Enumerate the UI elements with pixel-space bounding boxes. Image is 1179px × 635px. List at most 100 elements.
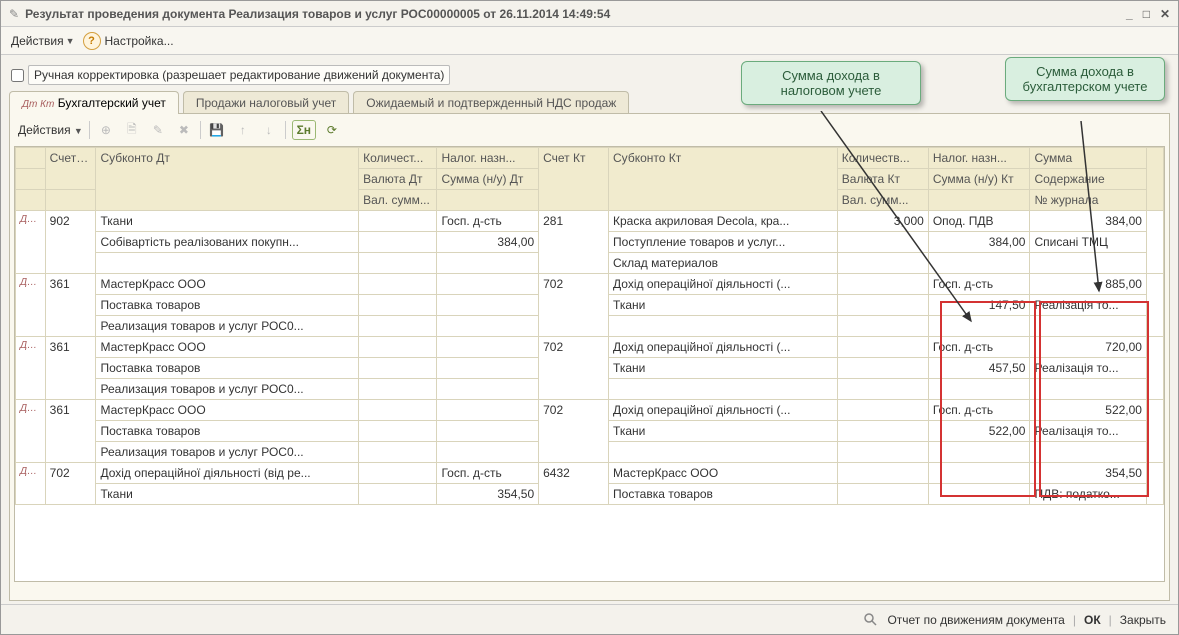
table-cell: 720,00	[1030, 337, 1146, 358]
minimize-button[interactable]: _	[1126, 7, 1133, 21]
table-cell: Госп. д-сть	[928, 274, 1030, 295]
table-row[interactable]: Дт Кт361 МастерКрасс ООО702Дохід операці…	[16, 400, 1164, 421]
table-cell: Дт Кт	[16, 400, 46, 463]
table-cell: Ткани	[609, 421, 838, 442]
table-cell	[928, 316, 1030, 337]
header-tax-kt[interactable]: Налог. назн...	[928, 148, 1030, 169]
header-cur-dt[interactable]: Валюта Дт	[359, 169, 437, 190]
separator	[89, 121, 90, 139]
header-sum[interactable]: Сумма	[1030, 148, 1146, 169]
table-cell: 147,50	[928, 295, 1030, 316]
table-cell: Дт Кт	[16, 463, 46, 505]
table-cell: Дт Кт	[16, 211, 46, 274]
header-qty-dt[interactable]: Количест...	[359, 148, 437, 169]
header-qty-kt[interactable]: Количеств...	[837, 148, 928, 169]
header-journal[interactable]: № журнала	[1030, 190, 1146, 211]
grid-actions-menu[interactable]: Действия ▼	[18, 123, 83, 137]
table-cell: МастерКрасс ООО	[96, 274, 359, 295]
sigma-icon[interactable]: Σн	[292, 120, 316, 140]
copy-icon[interactable]: 🗎	[122, 120, 142, 140]
table-cell	[359, 463, 437, 484]
help-icon[interactable]: ?	[83, 32, 101, 50]
window-title: Результат проведения документа Реализаци…	[25, 7, 1126, 21]
header-sum-nu-kt[interactable]: Сумма (н/у) Кт	[928, 169, 1030, 190]
close-link[interactable]: Закрыть	[1120, 613, 1166, 627]
callout-accounting-income: Сумма дохода в бухгалтерском учете	[1005, 57, 1165, 101]
table-cell	[1146, 400, 1163, 463]
table-cell: МастерКрасс ООО	[96, 400, 359, 421]
tab-accounting-label: Бухгалтерский учет	[58, 96, 166, 110]
save-icon[interactable]: 💾	[207, 120, 227, 140]
table-row[interactable]: Дт Кт361 МастерКрасс ООО702Дохід операці…	[16, 274, 1164, 295]
separator	[200, 121, 201, 139]
header-mark[interactable]	[16, 148, 46, 169]
header-valsum-kt[interactable]: Вал. сумм...	[837, 190, 928, 211]
header-valsum-dt[interactable]: Вал. сумм...	[359, 190, 437, 211]
move-down-icon[interactable]: ↓	[259, 120, 279, 140]
table-cell	[837, 232, 928, 253]
tab-icon: Дт Кт	[22, 99, 54, 110]
manual-edit-checkbox[interactable]	[11, 69, 24, 82]
table-cell: Реализация товаров и услуг РОС0...	[96, 379, 359, 400]
table-cell: Реалізація то...	[1030, 358, 1146, 379]
tab-sales-tax[interactable]: Продажи налоговый учет	[183, 91, 349, 114]
header-content[interactable]: Содержание	[1030, 169, 1146, 190]
tab-vat[interactable]: Ожидаемый и подтвержденный НДС продаж	[353, 91, 629, 114]
table-row[interactable]: Дт Кт361 МастерКрасс ООО702Дохід операці…	[16, 337, 1164, 358]
table-cell: Списані ТМЦ	[1030, 232, 1146, 253]
table-cell	[837, 337, 928, 358]
table-cell: 354,50	[1030, 463, 1146, 484]
actions-menu[interactable]: Действия ▼	[7, 32, 79, 50]
separator	[285, 121, 286, 139]
header-cur-kt[interactable]: Валюта Кт	[837, 169, 928, 190]
table-cell	[437, 442, 539, 463]
report-link[interactable]: Отчет по движениям документа	[887, 613, 1064, 627]
table-row[interactable]: Дт Кт902ТканиГосп. д-сть281Краска акрило…	[16, 211, 1164, 232]
settings-menu[interactable]: Настройка...	[105, 34, 174, 48]
table-cell: Собівартість реалізованих покупн...	[96, 232, 359, 253]
move-up-icon[interactable]: ↑	[233, 120, 253, 140]
table-cell: ПДВ: податко...	[1030, 484, 1146, 505]
tab-panel: Действия ▼ ⊕ 🗎 ✎ ✖ 💾 ↑ ↓ Σн ⟳	[9, 113, 1170, 601]
header-tax-dt[interactable]: Налог. назн...	[437, 148, 539, 169]
grid-header: Счет Дт Субконто Дт Количест... Налог. н…	[16, 148, 1164, 211]
refresh-icon[interactable]: ⟳	[322, 120, 342, 140]
manual-edit-label: Ручная корректировка (разрешает редактир…	[28, 65, 450, 85]
delete-icon[interactable]: ✖	[174, 120, 194, 140]
header-acct-dt[interactable]: Счет Дт	[45, 148, 96, 190]
table-cell	[609, 379, 838, 400]
table-cell: 361	[45, 400, 96, 463]
tab-sales-tax-label: Продажи налоговый учет	[196, 96, 336, 110]
table-cell: Поставка товаров	[96, 295, 359, 316]
header-acct-kt[interactable]: Счет Кт	[539, 148, 609, 211]
table-cell: Ткани	[609, 358, 838, 379]
table-cell: МастерКрасс ООО	[96, 337, 359, 358]
table-cell: 702	[539, 337, 609, 400]
table-cell	[837, 295, 928, 316]
grid[interactable]: Счет Дт Субконто Дт Количест... Налог. н…	[14, 146, 1165, 582]
add-icon[interactable]: ⊕	[96, 120, 116, 140]
menu-bar: Действия ▼ ? Настройка...	[1, 27, 1178, 55]
window-icon: ✎	[9, 7, 19, 21]
header-sum-nu-dt[interactable]: Сумма (н/у) Дт	[437, 169, 539, 190]
table-cell: МастерКрасс ООО	[609, 463, 838, 484]
edit-icon[interactable]: ✎	[148, 120, 168, 140]
ok-button[interactable]: ОК	[1084, 613, 1101, 627]
table-cell	[928, 379, 1030, 400]
table-cell	[359, 442, 437, 463]
table-cell: 457,50	[928, 358, 1030, 379]
table-cell	[837, 274, 928, 295]
table-cell	[837, 400, 928, 421]
table-cell	[96, 253, 359, 274]
table-cell: Госп. д-сть	[437, 211, 539, 232]
table-cell	[837, 358, 928, 379]
table-cell	[437, 295, 539, 316]
table-row[interactable]: Дт Кт702Дохід операційної діяльності (ві…	[16, 463, 1164, 484]
maximize-button[interactable]: □	[1143, 7, 1150, 21]
table-cell	[359, 274, 437, 295]
tab-accounting[interactable]: Дт Кт Бухгалтерский учет	[9, 91, 179, 114]
table-cell: 885,00	[1030, 274, 1146, 295]
header-sub-dt[interactable]: Субконто Дт	[96, 148, 359, 211]
close-button[interactable]: ✕	[1160, 7, 1170, 21]
header-sub-kt[interactable]: Субконто Кт	[609, 148, 838, 211]
